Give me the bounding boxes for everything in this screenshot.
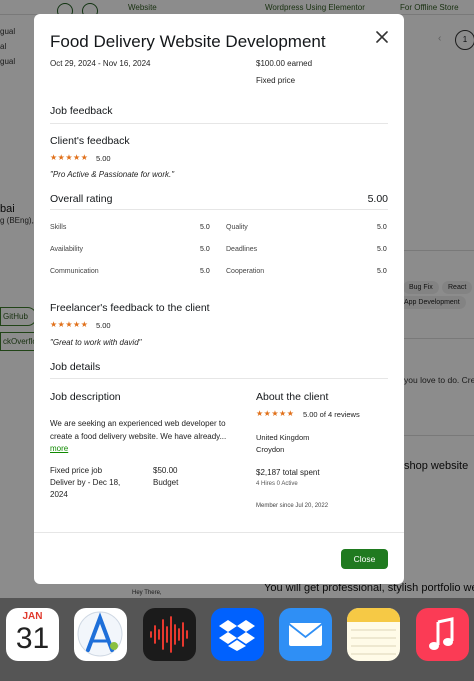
dropbox-icon[interactable] [211, 608, 264, 661]
client-city: Croydon [256, 445, 285, 454]
rating-value-skills: 5.0 [200, 224, 210, 231]
xcode-instruments-icon[interactable] [74, 608, 127, 661]
deliver-year: 2024 [50, 490, 68, 499]
rating-value-cooperation: 5.0 [377, 268, 387, 275]
rating-label-availability: Availability [50, 246, 83, 253]
job-details-heading: Job details [50, 361, 101, 373]
price-type: Fixed price [256, 76, 296, 85]
job-amount: $50.00 [153, 466, 178, 475]
more-link[interactable]: more [50, 444, 68, 453]
divider [50, 123, 388, 124]
job-description-line: create a food delivery website. We have … [50, 432, 227, 441]
freelancer-feedback-heading: Freelancer's feedback to the client [50, 302, 210, 314]
client-country: United Kingdom [256, 433, 310, 442]
calendar-month: JAN [22, 611, 43, 622]
divider [50, 378, 388, 379]
rating-label-cooperation: Cooperation [226, 268, 265, 275]
notes-icon[interactable] [347, 608, 400, 661]
calendar-day: 31 [15, 622, 50, 655]
client-score: 5.00 [96, 154, 111, 163]
budget-label: Budget [153, 478, 179, 487]
divider [50, 209, 388, 210]
client-reviews-summary: 5.00 of 4 reviews [303, 410, 360, 419]
feedback-modal: Food Delivery Website Development Oct 29… [34, 14, 404, 584]
rating-value-quality: 5.0 [377, 224, 387, 231]
job-type: Fixed price job [50, 466, 103, 475]
calendar-icon[interactable]: JAN 31 [6, 608, 59, 661]
overall-rating-score: 5.00 [367, 193, 388, 205]
client-quote: "Pro Active & Passionate for work." [50, 170, 175, 179]
freelancer-star-rating: ★★★★★ [50, 320, 89, 329]
client-star-rating: ★★★★★ [50, 153, 89, 162]
member-since: Member since Jul 20, 2022 [256, 503, 329, 509]
job-description-line: We are seeking an experienced web develo… [50, 419, 226, 428]
rating-value-deadlines: 5.0 [377, 246, 387, 253]
job-feedback-heading: Job feedback [50, 105, 113, 117]
amount-earned: $100.00 earned [256, 59, 313, 68]
client-reviews-stars: ★★★★★ [256, 409, 295, 418]
modal-title: Food Delivery Website Development [50, 32, 326, 51]
rating-label-communication: Communication [50, 268, 99, 275]
rating-value-availability: 5.0 [200, 246, 210, 253]
client-hires: 4 Hires 0 Active [256, 481, 298, 487]
music-icon[interactable] [416, 608, 469, 661]
voice-memos-icon[interactable] [143, 608, 196, 661]
dock: JAN 31 [0, 598, 474, 681]
rating-label-skills: Skills [50, 224, 67, 231]
divider [34, 532, 404, 533]
deliver-by: Deliver by - Dec 18, [50, 478, 121, 487]
close-button[interactable]: Close [341, 549, 388, 569]
client-total-spent: $2,187 total spent [256, 468, 320, 477]
rating-label-quality: Quality [226, 224, 248, 231]
rating-value-communication: 5.0 [200, 268, 210, 275]
about-client-heading: About the client [256, 391, 329, 403]
close-icon[interactable] [375, 30, 389, 44]
rating-label-deadlines: Deadlines [226, 246, 258, 253]
overall-rating-heading: Overall rating [50, 193, 113, 205]
mail-icon[interactable] [279, 608, 332, 661]
job-description-heading: Job description [50, 391, 121, 403]
job-dates: Oct 29, 2024 - Nov 16, 2024 [50, 59, 151, 68]
freelancer-quote: "Great to work with david" [50, 338, 142, 347]
client-feedback-heading: Client's feedback [50, 135, 130, 147]
freelancer-score: 5.00 [96, 321, 111, 330]
